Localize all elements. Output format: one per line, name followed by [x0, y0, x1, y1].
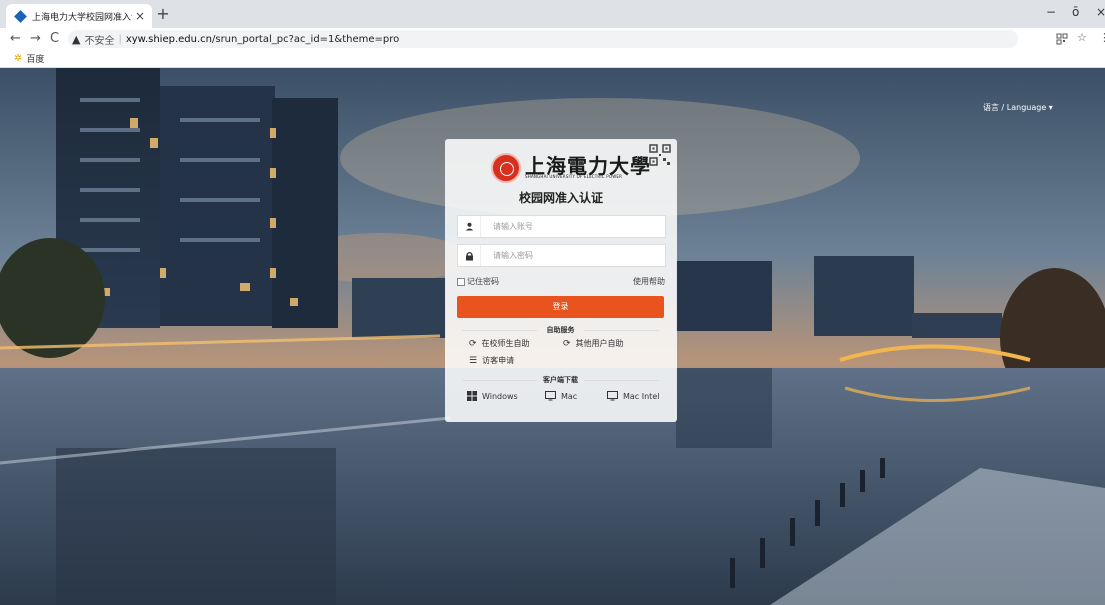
minimize-icon[interactable]: − — [1046, 5, 1056, 19]
help-link[interactable]: 使用帮助 — [633, 276, 665, 287]
site-favicon-icon — [14, 9, 27, 23]
university-name-en: SHANGHAI UNIVERSITY OF ELECTRIC POWER — [525, 174, 623, 179]
download-mac-intel-link[interactable]: Mac Intel — [607, 391, 659, 401]
page-title: 校园网准入认证 — [518, 191, 603, 205]
new-tab-button[interactable]: + — [154, 5, 172, 23]
login-button[interactable]: 登录 — [457, 296, 664, 318]
url-domain: xyw.shiep.edu.cn — [125, 33, 212, 45]
menu-icon[interactable]: ⋮ — [1099, 31, 1105, 44]
qr-code-icon[interactable] — [649, 144, 671, 166]
divider — [584, 380, 659, 381]
university-logo — [491, 153, 521, 183]
visitor-application-link[interactable]: ☰ 访客申请 — [469, 355, 514, 366]
download-windows-label: Windows — [482, 391, 518, 401]
url-separator: | — [118, 33, 122, 45]
remember-password-checkbox[interactable]: 记住密码 — [457, 276, 499, 287]
monitor-icon — [545, 391, 556, 401]
student-staff-self-service-link[interactable]: ⟳ 在校师生自助 — [469, 338, 530, 349]
download-mac-link[interactable]: Mac — [545, 391, 577, 401]
back-button[interactable]: ← — [10, 30, 21, 48]
address-bar: ← → C ▲ 不安全 | xyw.shiep.edu.cn/srun_port… — [0, 28, 1105, 50]
username-input[interactable] — [481, 221, 665, 232]
download-mac-label: Mac — [561, 391, 578, 401]
login-card: 上海電力大學 SHANGHAI UNIVERSITY OF ELECTRIC P… — [445, 139, 677, 422]
download-windows-link[interactable]: Windows — [467, 391, 518, 401]
url-path: /srun_portal_pc?ac_id=1&theme=pro — [211, 33, 400, 45]
tab-title: 上海电力大学校园网准入认证 — [32, 12, 132, 23]
username-field — [457, 215, 666, 238]
visitor-application-label: 访客申请 — [482, 356, 515, 365]
forward-button[interactable]: → — [30, 30, 41, 48]
password-input[interactable] — [481, 250, 665, 261]
warning-icon[interactable]: ▲ — [72, 33, 80, 46]
student-staff-self-service-label: 在校师生自助 — [481, 339, 530, 348]
refresh-icon: ⟳ — [563, 338, 571, 349]
other-users-self-service-label: 其他用户自助 — [575, 339, 624, 348]
bookmark-baidu[interactable]: ✲ 百度 — [14, 52, 44, 65]
insecure-label: 不安全 — [84, 35, 115, 47]
other-users-self-service-link[interactable]: ⟳ 其他用户自助 — [563, 338, 624, 349]
divider — [584, 330, 659, 331]
url-text: xyw.shiep.edu.cn/srun_portal_pc?ac_id=1&… — [126, 34, 399, 45]
close-tab-icon[interactable]: × — [132, 9, 148, 23]
browser-tab[interactable]: 上海电力大学校园网准入认证 × — [6, 4, 152, 28]
remember-password-label: 记住密码 — [467, 277, 499, 286]
windows-icon — [467, 391, 477, 401]
star-icon[interactable]: ☆ — [1077, 31, 1087, 44]
self-service-heading: 自助服务 — [457, 325, 664, 335]
checkbox-box[interactable] — [457, 277, 465, 286]
user-icon — [458, 216, 481, 237]
close-window-icon[interactable]: × — [1096, 5, 1105, 19]
download-mac-intel-label: Mac Intel — [623, 391, 660, 401]
bookmarks-bar: ✲ 百度 — [0, 50, 1105, 68]
maximize-icon[interactable]: ō — [1072, 5, 1079, 19]
list-icon: ☰ — [469, 355, 478, 366]
lock-icon — [458, 245, 481, 266]
language-switcher[interactable]: 语言 / Language ▾ — [983, 102, 1053, 113]
url-field[interactable]: ▲ 不安全 | xyw.shiep.edu.cn/srun_portal_pc?… — [68, 30, 1018, 48]
reload-button[interactable]: C — [50, 30, 59, 48]
password-field — [457, 244, 666, 267]
qr-scan-icon[interactable] — [1056, 33, 1068, 45]
tab-strip: 上海电力大学校园网准入认证 × + − ō × — [0, 0, 1105, 28]
refresh-icon: ⟳ — [469, 338, 477, 349]
bookmark-icon: ✲ — [14, 53, 23, 64]
bookmark-label: 百度 — [26, 55, 45, 65]
monitor-icon — [607, 391, 618, 401]
download-heading: 客户端下载 — [457, 375, 664, 385]
